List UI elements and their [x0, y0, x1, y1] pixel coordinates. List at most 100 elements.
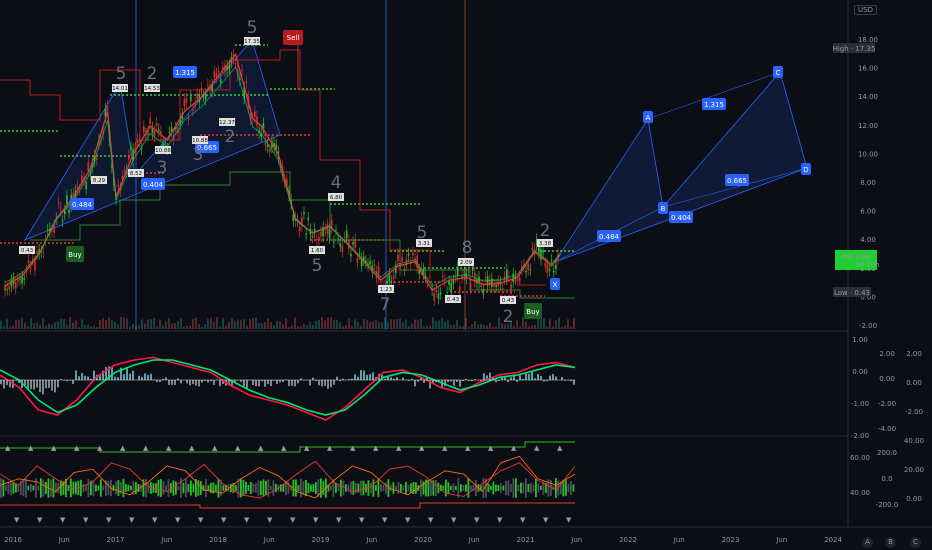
candle-body: [373, 264, 376, 266]
volume-bar: [219, 326, 221, 329]
scale-button-auto[interactable]: A: [862, 537, 873, 548]
volume-bar: [9, 326, 11, 329]
candle-body: [484, 277, 487, 279]
signal-arrow: ▲: [396, 444, 402, 452]
volume-bar: [303, 323, 305, 329]
histogram-bar: [294, 380, 296, 387]
momentum-bar: [520, 482, 522, 494]
volume-bar: [123, 317, 125, 329]
volume-bar: [438, 320, 440, 329]
volume-bar: [237, 319, 239, 329]
volume-bar: [72, 322, 74, 329]
price-tick-label: 12.00: [858, 122, 878, 130]
scale-button-log[interactable]: B: [885, 537, 896, 548]
momentum-bar: [427, 479, 430, 497]
histogram-bar: [402, 377, 404, 380]
momentum-bar: [572, 484, 575, 492]
candle-body: [256, 116, 258, 126]
candle-body: [356, 258, 359, 263]
volume-bar: [273, 325, 275, 329]
histogram-bar: [573, 380, 575, 385]
momentum-bar: [360, 480, 362, 496]
histogram-bar: [270, 380, 272, 386]
momentum-bar: [250, 481, 252, 495]
momentum-bar: [215, 484, 217, 492]
volume-bar: [450, 325, 452, 329]
momentum-bar: [392, 482, 395, 494]
momentum-bar: [492, 481, 495, 495]
candle-body: [57, 202, 60, 204]
histogram-bar: [312, 377, 314, 380]
volume-bar: [195, 317, 197, 329]
volume-bar: [570, 326, 572, 329]
volume-bar: [186, 325, 188, 329]
candle-body: [183, 99, 186, 107]
momentum-bar: [550, 479, 552, 497]
candle-body: [136, 139, 139, 143]
candle-body: [315, 238, 318, 240]
volume-bar: [312, 324, 314, 329]
time-tick-label: Jun: [570, 536, 582, 544]
scale-button-percent[interactable]: C: [910, 537, 921, 548]
volume-bar: [180, 317, 182, 329]
volume-bar: [564, 325, 566, 329]
momentum-bar: [192, 483, 195, 493]
volume-bar: [435, 320, 437, 329]
price-tick-label: 6.00: [860, 208, 876, 216]
histogram-bar: [147, 374, 149, 380]
momentum-bar: [0, 478, 2, 498]
volume-bar: [246, 325, 248, 329]
histogram-bar: [78, 376, 80, 380]
volume-bar: [135, 325, 137, 329]
fib-ratio-label: 0.484: [72, 201, 93, 209]
histogram-bar: [252, 380, 254, 386]
momentum-bar: [102, 485, 105, 491]
momentum-bar: [25, 478, 27, 498]
signal-arrow: ▲: [557, 444, 563, 452]
volume-bar: [198, 324, 200, 329]
candle-body: [254, 111, 256, 118]
volume-bar: [333, 319, 335, 329]
volume-bar: [339, 322, 341, 329]
momentum-bar: [207, 485, 210, 491]
momentum-bar: [500, 483, 502, 493]
oscillator-tick: 0.00: [906, 379, 922, 387]
momentum-bar: [407, 484, 410, 492]
fractal-high-label: 3.31: [418, 241, 430, 247]
time-tick-label: Jun: [263, 536, 275, 544]
signal-arrow: ▲: [5, 444, 11, 452]
volume-bar: [363, 319, 365, 329]
momentum-bar: [165, 485, 167, 491]
candle-body: [8, 285, 11, 290]
candle-body: [200, 87, 203, 92]
volume-bar: [360, 325, 362, 329]
fractal-low-label: 0.43: [447, 297, 460, 303]
volume-bar: [390, 319, 392, 329]
histogram-bar: [30, 380, 32, 390]
elliott-wave-number: 7: [380, 295, 391, 315]
volume-bar: [99, 320, 101, 329]
volume-bar: [255, 317, 257, 329]
momentum-bar: [510, 483, 512, 493]
momentum-bar: [82, 483, 85, 493]
candle-body: [542, 250, 544, 253]
volume-bar: [81, 319, 83, 329]
candle-body: [326, 224, 329, 234]
candle-body: [352, 242, 354, 245]
volume-bar: [489, 322, 491, 329]
volume-bar: [375, 319, 377, 329]
volume-bar: [288, 326, 290, 329]
candle-body: [42, 251, 45, 253]
histogram-bar: [510, 377, 512, 380]
candle-body: [96, 157, 98, 160]
candle-body: [471, 266, 474, 271]
signal-arrow: ▼: [221, 516, 227, 524]
volume-bar: [555, 320, 557, 329]
fractal-low-label: 0.43: [502, 298, 515, 304]
histogram-bar: [57, 380, 59, 388]
currency-label[interactable]: USD: [854, 5, 877, 15]
harmonic-point-label: X: [553, 281, 558, 289]
volume-bar: [468, 326, 470, 329]
histogram-bar: [129, 373, 131, 380]
candle-body: [546, 264, 549, 273]
